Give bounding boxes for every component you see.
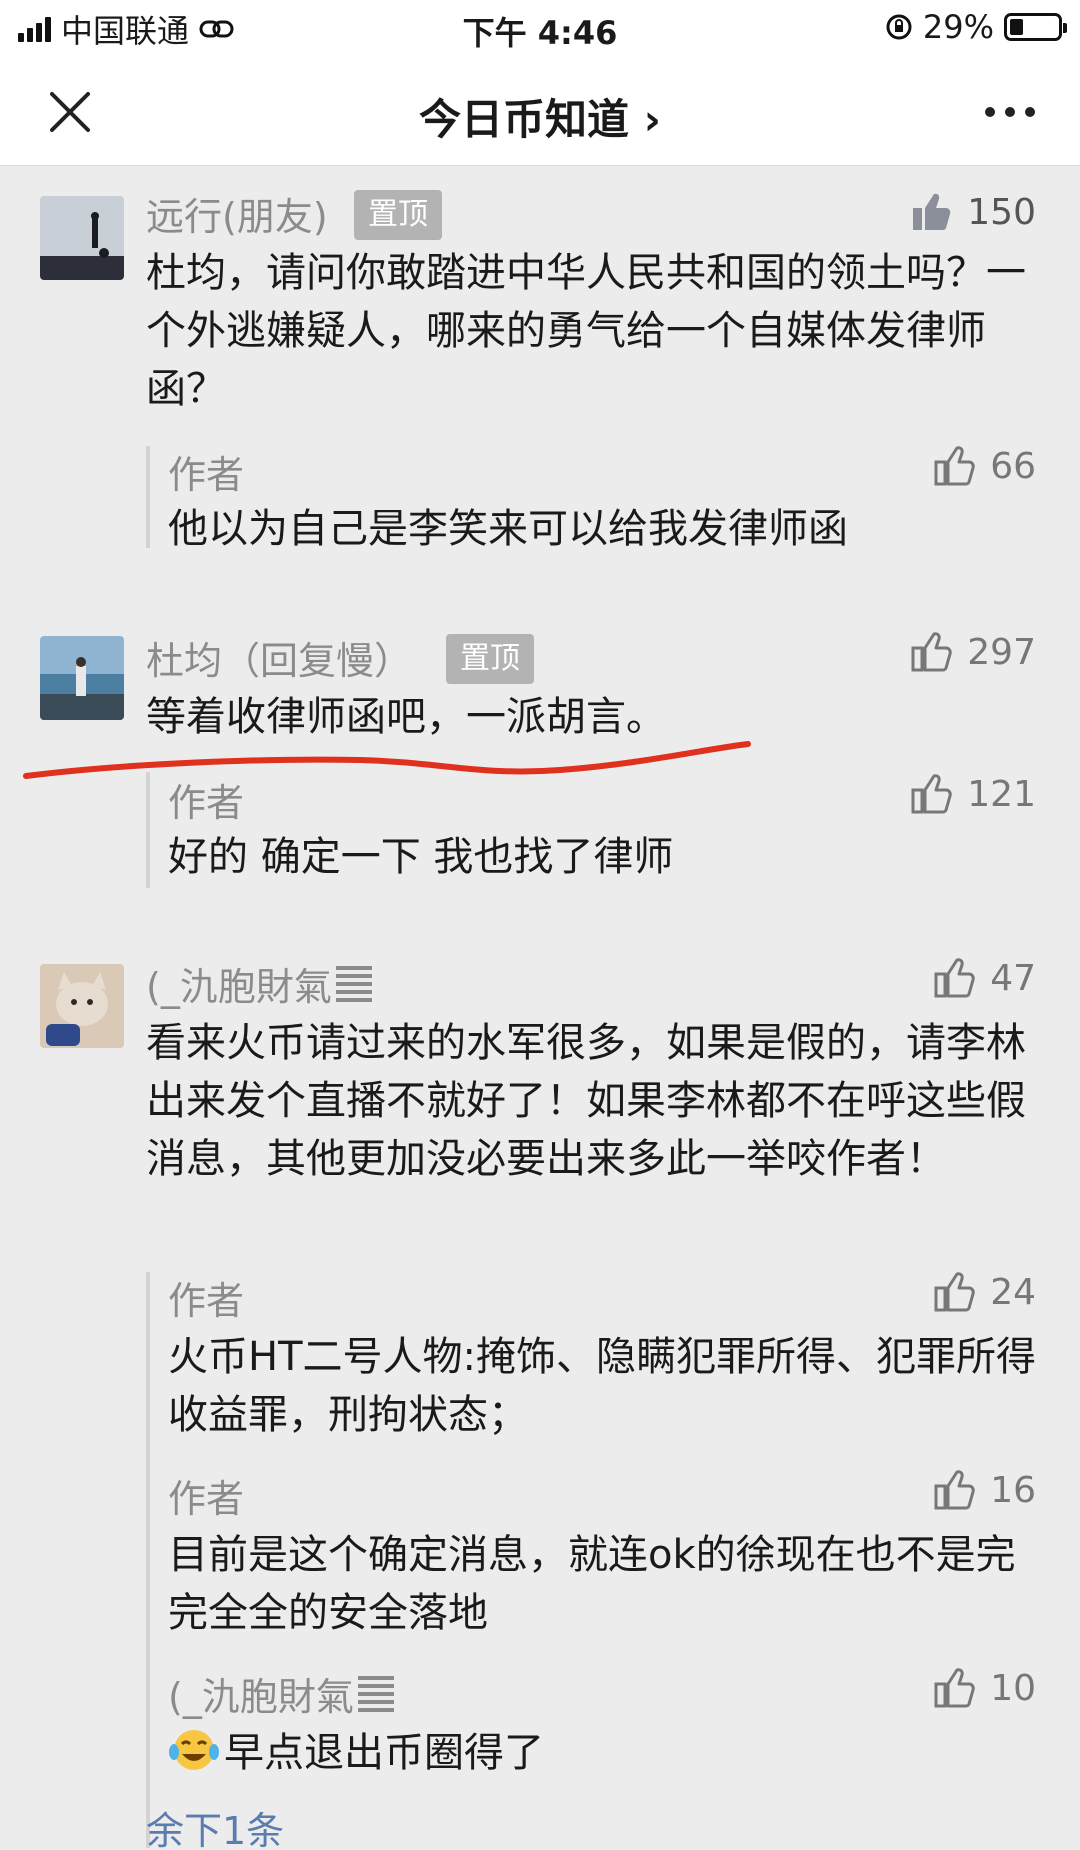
avatar[interactable]	[40, 636, 124, 720]
thumbs-up-icon	[911, 774, 953, 814]
more-replies-link[interactable]: 余下1条	[146, 1800, 284, 1850]
battery-icon	[1004, 13, 1067, 41]
reply-author-label: (_氿胞財氣	[168, 1675, 354, 1719]
reply-text-label: 早点退出币圈得了	[224, 1730, 544, 1776]
avatar[interactable]	[40, 196, 124, 280]
pinned-badge: 置顶	[354, 190, 442, 240]
signal-bars-icon	[357, 1676, 394, 1712]
comment-author[interactable]: (_氿胞財氣	[146, 956, 372, 1011]
like-button[interactable]: 297	[909, 630, 1036, 674]
reply-author: (_氿胞財氣	[168, 1666, 394, 1721]
reply-text: 目前是这个确定消息，就连ok的徐现在也不是完完全全的安全落地	[168, 1532, 1016, 1636]
thumbs-up-icon	[934, 958, 975, 998]
pinned-badge: 置顶	[446, 634, 534, 684]
reply-text: 早点退出币圈得了	[168, 1724, 1048, 1782]
reply-divider	[146, 1272, 150, 1848]
reply-author: 作者	[168, 781, 245, 825]
avatar-image	[40, 636, 124, 720]
reply-text: 好的 确定一下 我也找了律师	[168, 834, 674, 880]
reply-author: 作者	[168, 1477, 245, 1521]
like-button[interactable]: 47	[932, 956, 1036, 1000]
reply-divider	[146, 772, 150, 888]
thumbs-up-icon	[934, 1470, 975, 1510]
reply-divider	[146, 446, 150, 548]
thumbs-up-icon	[934, 1272, 975, 1312]
comment-text: 看来火币请过来的水军很多，如果是假的，请李林出来发个直播不就好了！如果李林都不在…	[146, 1020, 1026, 1182]
thumbs-up-filled-icon	[913, 193, 951, 230]
like-count: 10	[990, 1667, 1036, 1709]
comment-text: 杜均，请问你敢踏进中华人民共和国的领土吗？一个外逃嫌疑人，哪来的勇气给一个自媒体…	[146, 250, 1026, 412]
avatar-image	[40, 196, 124, 280]
like-count: 121	[967, 773, 1036, 815]
nav-bar: 今日币知道 ›	[0, 58, 1080, 166]
like-count: 16	[990, 1469, 1036, 1511]
reply-author: 作者	[168, 453, 245, 497]
like-button[interactable]: 66	[932, 444, 1036, 488]
crying-laughing-icon	[169, 1730, 219, 1770]
thumbs-up-icon	[934, 446, 975, 486]
like-count: 24	[990, 1271, 1036, 1313]
thumbs-up-icon	[911, 632, 953, 672]
like-button[interactable]: 150	[909, 190, 1036, 234]
avatar-image	[40, 964, 124, 1048]
status-bar: 中国联通 下午 4:46 29%	[0, 0, 1080, 58]
comment-author[interactable]: 杜均（回复慢）	[146, 630, 412, 685]
page-title[interactable]: 今日币知道 ›	[0, 86, 1080, 147]
like-button[interactable]: 24	[932, 1270, 1036, 1314]
like-button[interactable]: 16	[932, 1468, 1036, 1512]
reply-text: 火币HT二号人物:掩饰、隐瞒犯罪所得、犯罪所得收益罪，刑拘状态；	[168, 1334, 1036, 1438]
comment-author[interactable]: 远行(朋友)	[146, 186, 328, 241]
reply-author: 作者	[168, 1279, 245, 1323]
battery-percent: 29%	[922, 8, 994, 46]
more-icon[interactable]	[980, 86, 1040, 138]
rotation-lock-icon	[886, 14, 912, 40]
like-count: 150	[967, 191, 1036, 233]
like-count: 297	[967, 631, 1036, 673]
like-count: 47	[990, 957, 1036, 999]
like-button[interactable]: 121	[909, 772, 1036, 816]
battery-fill	[1010, 19, 1023, 35]
like-count: 66	[990, 445, 1036, 487]
signal-bars-icon	[335, 966, 372, 1002]
avatar[interactable]	[40, 964, 124, 1048]
comment-author-label: (_氿胞財氣	[146, 965, 332, 1009]
like-button[interactable]: 10	[932, 1666, 1036, 1710]
thumbs-up-icon	[934, 1668, 975, 1708]
reply-text: 他以为自己是李笑来可以给我发律师函	[168, 506, 848, 552]
status-right: 29%	[885, 8, 1067, 46]
